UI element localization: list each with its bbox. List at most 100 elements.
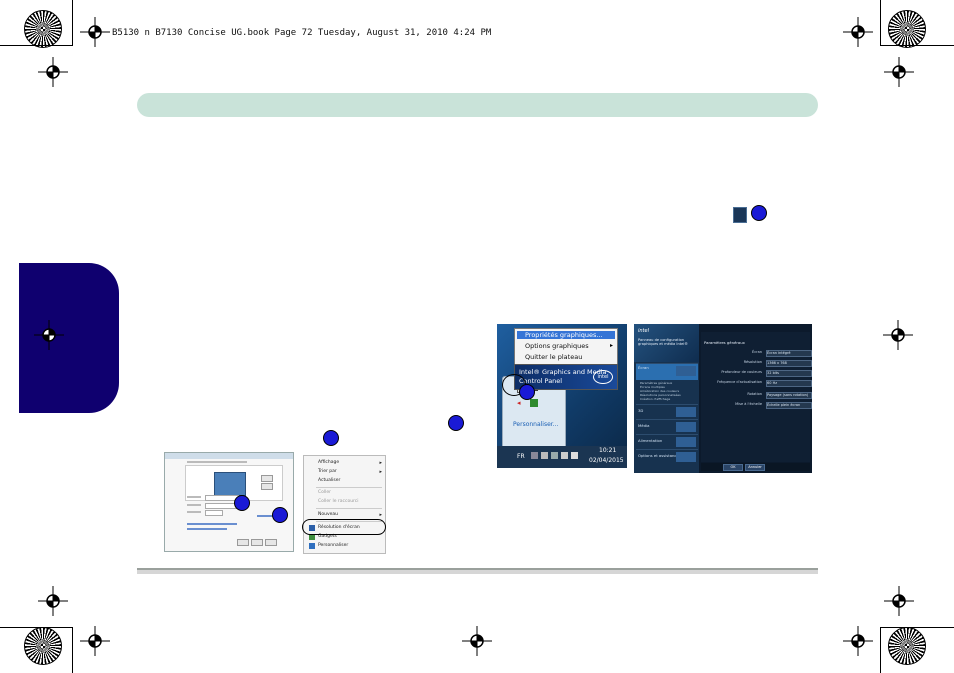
setting-value: Paysage (sans rotation) — [766, 392, 812, 399]
setting-label: Mise à l'échelle — [735, 402, 762, 406]
subnav-list: Paramètres généraux Écrans multiples Amé… — [640, 381, 681, 401]
subnav-item: Création d'affichage — [640, 397, 671, 401]
field-label — [187, 511, 201, 513]
window-titlebar — [165, 453, 293, 459]
detect-button — [261, 475, 273, 482]
volume-icon: ◂ — [517, 399, 521, 407]
context-menu-item: Coller le raccourci — [318, 499, 359, 504]
help-link — [187, 528, 227, 530]
crop-mark — [880, 0, 881, 46]
setting-value: 32 bits — [766, 370, 812, 377]
tray-menu-screenshot: ◂ Personnaliser... Propriétés graphiques… — [497, 324, 627, 468]
setting-label: Fréquence d'actualisation — [717, 380, 762, 384]
cancel-button — [251, 539, 263, 546]
nav-thumbnail — [676, 407, 696, 417]
registration-mark — [38, 586, 68, 616]
running-head: B5130 n B7130 Concise UG.book Page 72 Tu… — [112, 28, 492, 38]
registration-mark — [843, 626, 873, 656]
setting-row: Rotation Paysage (sans rotation) — [706, 392, 812, 399]
help-link — [187, 523, 237, 525]
panel-title: Panneau de configuration graphiques et m… — [638, 338, 688, 347]
intel-logo: intel — [593, 370, 613, 384]
setting-row: Résolution 1366 x 768 — [706, 360, 812, 367]
nav-thumbnail — [676, 366, 696, 376]
color-target-mark — [888, 627, 926, 665]
identify-button — [261, 483, 273, 490]
crop-mark — [72, 0, 73, 46]
tray-icon — [530, 399, 538, 407]
setting-row: Mise à l'échelle Échelle plein écran — [706, 402, 812, 409]
nav-label: Écran — [638, 365, 649, 370]
tray-context-menu: Propriétés graphiques... Options graphiq… — [514, 328, 618, 366]
panel-bottom-bar: OK Annuler — [701, 463, 810, 471]
section-title: Paramètres généraux — [704, 340, 745, 345]
cancel-button: Annuler — [745, 464, 765, 471]
setting-value: 60 Hz — [766, 380, 812, 387]
apply-button — [265, 539, 277, 546]
registration-mark — [884, 57, 914, 87]
nav-thumbnail — [676, 452, 696, 462]
setting-row: Fréquence d'actualisation 60 Hz — [706, 380, 812, 387]
tray-menu-item: Options graphiques — [525, 342, 589, 350]
ok-button: OK — [723, 464, 743, 471]
nav-item-options-support: Options et assistance — [636, 449, 698, 464]
callout-marker — [234, 495, 250, 511]
menu-separator — [316, 487, 382, 488]
personalize-icon — [309, 543, 315, 549]
nav-item-3d: 3D — [636, 404, 698, 419]
tray-menu-item: Propriétés graphiques... — [517, 331, 615, 339]
setting-value: Écran intégré — [766, 350, 812, 357]
footer-rule — [137, 568, 818, 574]
nav-item-display: Écran — [636, 363, 698, 380]
callout-marker — [519, 384, 535, 400]
setting-label: Écran — [752, 350, 762, 354]
tray-icon — [561, 452, 568, 459]
field-label — [187, 504, 201, 506]
panel-header: intel Panneau de configuration graphique… — [634, 324, 699, 362]
nav-label: 3D — [638, 408, 644, 413]
callout-marker — [272, 507, 288, 523]
nav-item-media: Média — [636, 419, 698, 434]
context-menu-item: Actualiser — [318, 478, 341, 483]
submenu-arrow-icon: ▸ — [379, 460, 382, 466]
tray-icon — [541, 452, 548, 459]
context-menu-item: Personnaliser — [318, 543, 349, 548]
nav-thumbnail — [676, 437, 696, 447]
tray-graphics-icon — [733, 207, 747, 223]
nav-item-power: Alimentation — [636, 434, 698, 449]
taskbar: FR 10:21 02/04/2015 — [497, 446, 627, 468]
clock-time: 10:21 — [599, 447, 617, 454]
crop-mark — [0, 627, 72, 628]
setting-row: Profondeur de couleurs 32 bits — [706, 370, 812, 377]
registration-mark — [80, 17, 110, 47]
crop-mark — [72, 627, 73, 673]
desktop-context-menu-screenshot: Affichage ▸ Trier par ▸ Actualiser Colle… — [303, 455, 386, 554]
submenu-arrow-icon: ▸ — [379, 469, 382, 475]
registration-mark — [883, 320, 913, 350]
network-icon — [551, 452, 558, 459]
callout-marker — [323, 430, 339, 446]
registration-mark — [34, 320, 64, 350]
screen-resolution-window-screenshot — [164, 452, 294, 552]
crop-mark — [880, 627, 881, 673]
tray-icon — [531, 452, 538, 459]
customize-link: Personnaliser... — [513, 421, 559, 428]
language-indicator: FR — [517, 453, 525, 460]
submenu-arrow-icon: ▸ — [379, 512, 382, 518]
context-menu-item: Coller — [318, 490, 332, 495]
registration-mark — [843, 17, 873, 47]
menu-separator — [316, 508, 382, 509]
field-label — [187, 496, 201, 498]
crop-mark — [0, 45, 72, 46]
nav-label: Options et assistance — [638, 453, 679, 458]
callout-marker — [751, 205, 767, 221]
setting-label: Rotation — [747, 392, 762, 396]
color-target-mark — [24, 627, 62, 665]
registration-mark — [38, 57, 68, 87]
submenu-arrow-icon: ▸ — [609, 342, 613, 349]
intel-logo: intel — [638, 328, 649, 334]
color-target-mark — [888, 10, 926, 48]
orientation-select — [205, 510, 223, 516]
registration-mark — [462, 626, 492, 656]
chapter-banner — [137, 93, 818, 117]
